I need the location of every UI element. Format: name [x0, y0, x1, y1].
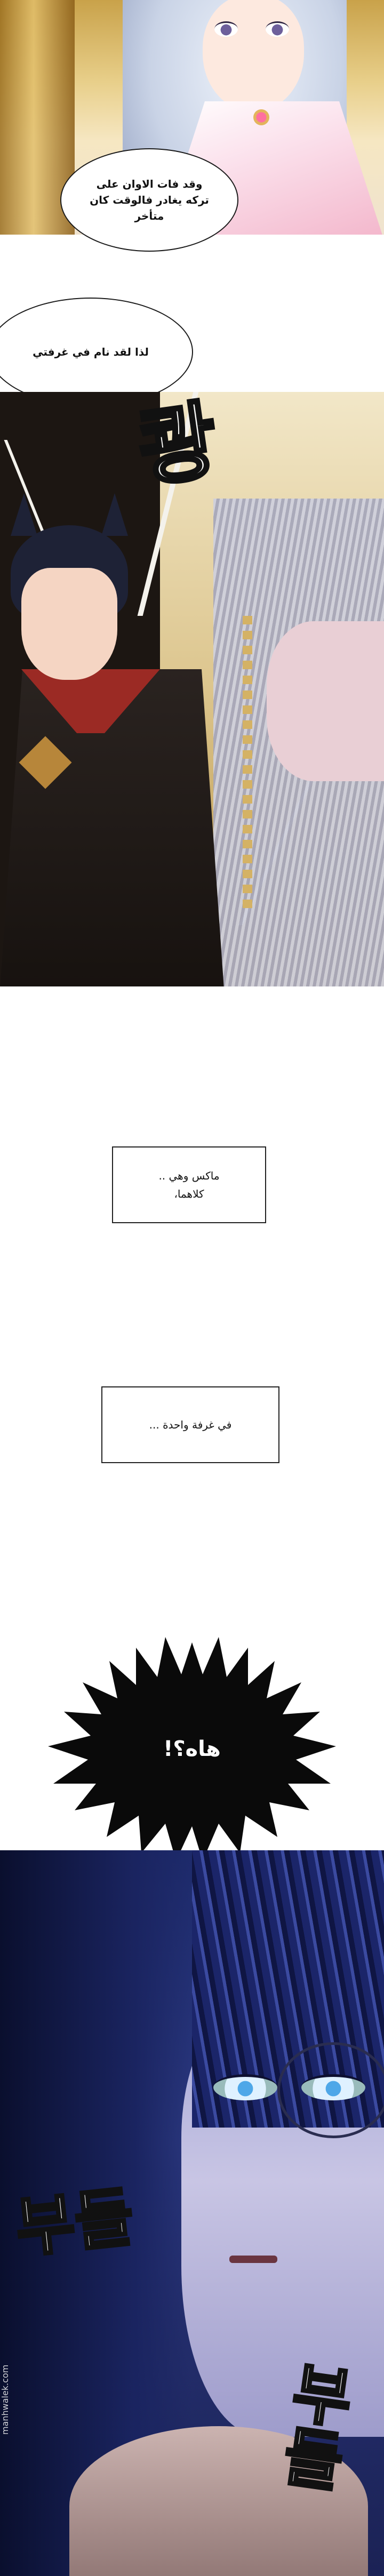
man-mouth	[229, 2256, 277, 2263]
bubble-text-slept-in-room: لذا لقد نام في غرفتي	[33, 346, 149, 358]
caption-one-room: في غرفة واحدة ...	[101, 1386, 279, 1463]
glasses-chain	[243, 616, 252, 914]
speech-bubble-slept-in-room: لذا لقد نام في غرفتي	[0, 299, 192, 405]
cat-ear-left	[11, 493, 37, 536]
caption-line-2: كلاهما،	[174, 1187, 204, 1200]
dress-brooch	[253, 109, 269, 125]
woman-right-eye	[266, 21, 289, 37]
man-left-eye	[213, 2074, 277, 2100]
glasses-lens	[277, 2042, 384, 2138]
caption-one-room-text: في غرفة واحدة ...	[149, 1418, 232, 1431]
caption-line-1: ماكس وهي ..	[158, 1169, 220, 1182]
woman-face	[203, 0, 304, 112]
bubble-text-time-late: وقد فات الاوان على تركه يغادر فالوقت كان…	[90, 178, 209, 222]
sfx-tremble-left: 부들	[11, 2179, 139, 2267]
panel-shock-lightning: 쾅	[0, 392, 384, 986]
woman-face	[267, 621, 384, 781]
burst-text: هاه؟!	[163, 1737, 221, 1761]
sfx-shock: 쾅	[131, 392, 226, 501]
cat-ear-right	[101, 493, 128, 536]
watermark: manhwalek.com	[0, 2364, 10, 2435]
panel-man-glasses-closeup: 부들 부들	[0, 1850, 384, 2576]
caption-max-and-her: ماكس وهي .. كلاهما،	[112, 1146, 266, 1223]
woman-left-eye	[214, 21, 238, 37]
man-face	[21, 568, 117, 680]
speech-bubble-time-late: وقد فات الاوان على تركه يغادر فالوقت كان…	[61, 149, 237, 251]
shock-burst: هاه؟!	[32, 1632, 352, 1866]
sfx-tremble-right: 부들	[277, 2355, 357, 2502]
